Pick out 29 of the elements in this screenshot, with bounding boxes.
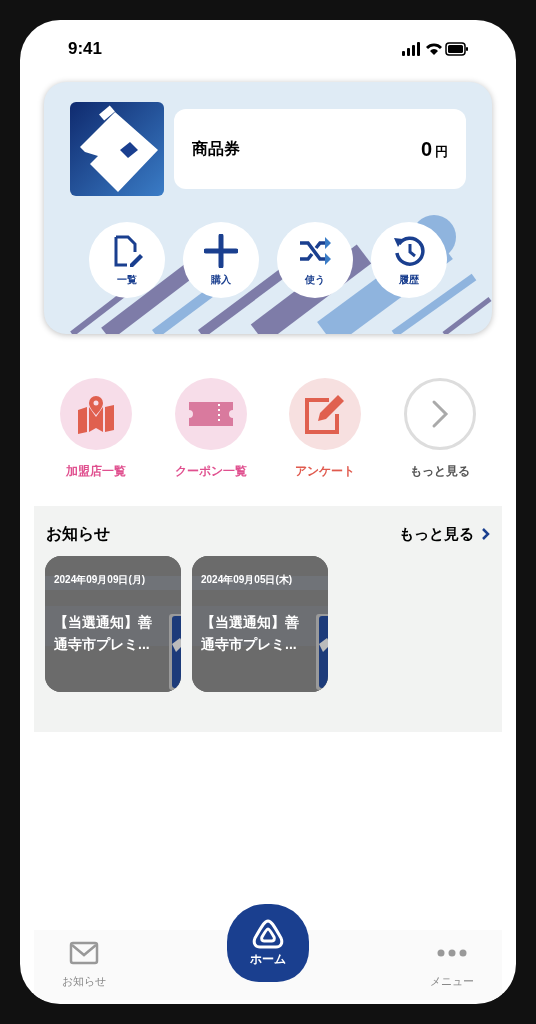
news-card[interactable]: 2024年09月09日(月) 【当選通知】善通寺市プレミ... xyxy=(45,556,181,692)
news-date: 2024年09月09日(月) xyxy=(54,573,147,587)
currency-unit: 円 xyxy=(435,143,448,161)
news-title: 【当選通知】善通寺市プレミ... xyxy=(54,613,153,654)
more-icon xyxy=(437,948,467,957)
news-title: 【当選通知】善通寺市プレミ... xyxy=(201,613,300,654)
more-link[interactable]: もっと見る xyxy=(399,522,490,546)
balance-label: 商品券 xyxy=(192,139,240,159)
wifi-icon xyxy=(426,43,442,55)
map-pin-icon xyxy=(76,394,116,434)
home-tab[interactable]: ホーム xyxy=(227,904,309,982)
tab-item[interactable]: メニュー xyxy=(402,930,502,1000)
signal-icon xyxy=(402,42,420,56)
history-icon xyxy=(392,233,426,268)
home-icon xyxy=(250,918,286,950)
news-card[interactable]: 2024年09月05日(木) 【当選通知】善通寺市プレミ... xyxy=(192,556,328,692)
balance-amount: 0 xyxy=(420,137,432,162)
battery-icon xyxy=(445,42,468,56)
chevron-right-icon xyxy=(482,528,490,540)
section-title: お知らせ xyxy=(46,524,110,544)
mail-icon xyxy=(69,940,99,965)
plus-icon xyxy=(204,233,238,268)
status-time: 9:41 xyxy=(68,38,103,61)
action-button[interactable]: 購入 xyxy=(183,222,259,298)
action-button[interactable]: 一覧 xyxy=(89,222,165,298)
action-button[interactable]: 履歴 xyxy=(371,222,447,298)
tab-item[interactable]: お知らせ xyxy=(34,930,134,1000)
news-date: 2024年09月05日(木) xyxy=(201,573,294,587)
action-button[interactable]: 使う xyxy=(277,222,353,298)
